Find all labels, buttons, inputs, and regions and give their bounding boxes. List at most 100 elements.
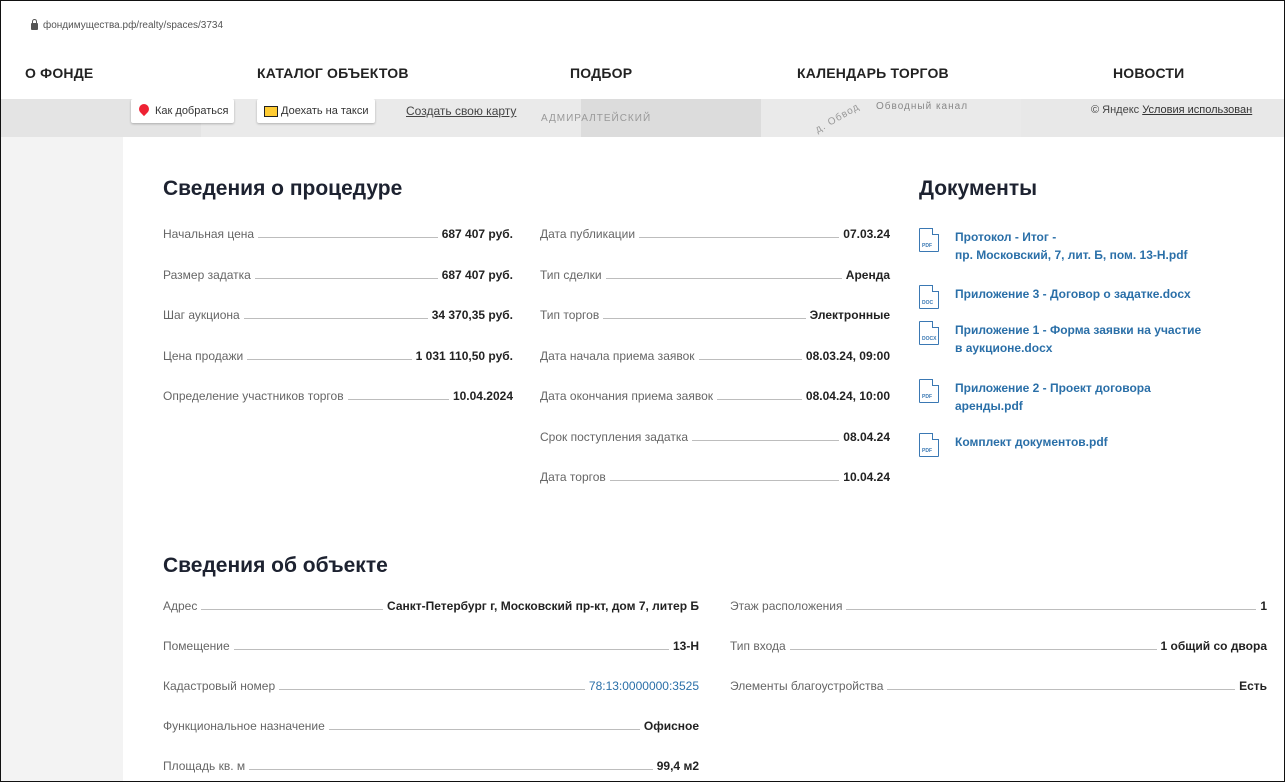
row-label: Цена продажи — [163, 348, 248, 363]
procedure-title: Сведения о процедуре — [163, 177, 403, 200]
info-row: Шаг аукциона 34 370,35 руб. — [163, 308, 513, 326]
leader-line — [163, 649, 699, 650]
info-row: Адрес Санкт-Петербург г, Московский пр-кт… — [163, 599, 699, 617]
file-icon: PDF — [919, 433, 939, 457]
info-row: Функциональное назначение Офисное — [163, 719, 699, 737]
file-type-label: PDF — [922, 448, 932, 454]
file-type-label: DOC — [922, 300, 934, 306]
nav-item-news[interactable]: НОВОСТИ — [1113, 65, 1184, 81]
browser-window: фондимущества.рф/realty/spaces/3734 О ФО… — [0, 0, 1285, 782]
document-link-line1: Приложение 1 - Форма заявки на участие — [955, 323, 1202, 337]
row-value: 1 031 110,50 руб. — [411, 348, 513, 363]
info-row: Тип торгов Электронные — [540, 308, 890, 326]
row-label: Адрес — [163, 599, 202, 613]
row-value: Электронные — [805, 308, 890, 322]
document-item[interactable]: DOCX Приложение 1 - Форма заявки на участ… — [919, 321, 1249, 361]
document-link-line2: в аукционе.docx — [955, 341, 1053, 355]
address-bar[interactable]: фондимущества.рф/realty/spaces/3734 — [1, 1, 1284, 41]
document-item[interactable]: PDF Комплект документов.pdf — [919, 433, 1249, 473]
info-row: Кадастровый номер 78:13:0000000:3525 — [163, 679, 699, 697]
copyright-text: © Яндекс — [1091, 104, 1140, 116]
location-pin-icon — [136, 101, 152, 117]
document-item[interactable]: PDF Протокол - Итог - пр. Московский, 7, л… — [919, 228, 1249, 268]
map-copyright: © Яндекс Условия использован — [1091, 104, 1252, 116]
document-link-line1: Протокол - Итог - — [955, 230, 1057, 244]
info-row: Этаж расположения 1 — [730, 599, 1267, 617]
cadastral-link[interactable]: 78:13:0000000:3525 — [584, 679, 699, 693]
row-label: Дата торгов — [540, 470, 610, 484]
taxi-button[interactable]: Доехать на такси — [257, 99, 375, 123]
row-label: Шаг аукциона — [163, 308, 244, 322]
row-value: 687 407 руб. — [437, 267, 513, 282]
info-row: Цена продажи 1 031 110,50 руб. — [163, 348, 513, 367]
file-type-label: DOCX — [922, 336, 937, 342]
map-label-admiral: АДМИРАЛТЕЙСКИЙ — [541, 113, 652, 124]
row-value: 1 общий со двора — [1156, 639, 1267, 653]
info-row: Дата публикации 07.03.24 — [540, 227, 890, 245]
row-label: Срок поступления задатка — [540, 429, 693, 444]
row-value: 08.04.24, 10:00 — [801, 389, 890, 403]
row-value: 07.03.24 — [839, 227, 890, 241]
row-label: Размер задатка — [163, 267, 255, 282]
row-value: 1 — [1256, 599, 1267, 613]
row-label: Помещение — [163, 639, 234, 653]
row-value: 13-Н — [668, 639, 699, 653]
document-link[interactable]: Комплект документов.pdf — [955, 433, 1255, 451]
row-value: 08.03.24, 09:00 — [801, 348, 890, 363]
file-icon: PDF — [919, 379, 939, 403]
row-label: Этаж расположения — [730, 599, 847, 613]
document-link-line2: пр. Московский, 7, лит. Б, пом. 13-Н.pdf — [955, 248, 1188, 262]
nav-item-catalog[interactable]: КАТАЛОГ ОБЪЕКТОВ — [257, 65, 409, 81]
document-link-line2: аренды.pdf — [955, 399, 1023, 413]
lock-icon — [31, 19, 38, 30]
row-value: 08.04.24 — [839, 429, 890, 444]
yandex-map[interactable]: АДМИРАЛТЕЙСКИЙ Обводный канал д. Обвод К… — [1, 99, 1284, 137]
nav-item-calendar[interactable]: КАЛЕНДАРЬ ТОРГОВ — [797, 65, 949, 81]
info-row: Площадь кв. м 99,4 м2 — [163, 759, 699, 777]
file-icon: PDF — [919, 228, 939, 252]
document-item[interactable]: PDF Приложение 2 - Проект договора аренды.… — [919, 379, 1249, 419]
documents-title: Документы — [919, 177, 1038, 200]
row-label: Начальная цена — [163, 227, 259, 241]
info-row: Срок поступления задатка 08.04.24 — [540, 429, 890, 448]
document-link-line1: Комплект документов.pdf — [955, 435, 1108, 449]
file-icon: DOC — [919, 285, 939, 309]
info-row: Определение участников торгов 10.04.2024 — [163, 389, 513, 407]
route-button[interactable]: Как добраться — [131, 99, 235, 123]
create-map-link[interactable]: Создать свою карту — [406, 104, 516, 118]
document-link-line1: Приложение 2 - Проект договора — [955, 381, 1151, 395]
taxi-button-label: Доехать на такси — [281, 105, 369, 117]
row-label: Тип сделки — [540, 267, 606, 282]
map-label-obvod2: д. Обвод — [813, 101, 862, 136]
row-label: Тип торгов — [540, 308, 604, 322]
row-value: Офисное — [639, 719, 699, 733]
row-label: Определение участников торгов — [163, 389, 348, 403]
row-label: Дата начала приема заявок — [540, 348, 699, 363]
route-button-label: Как добраться — [155, 105, 229, 117]
row-value: Есть — [1235, 679, 1267, 693]
left-gutter — [1, 137, 123, 781]
file-type-label: PDF — [922, 243, 932, 249]
info-row: Размер задатка 687 407 руб. — [163, 267, 513, 286]
info-row: Дата торгов 10.04.24 — [540, 470, 890, 488]
nav-item-about[interactable]: О ФОНДЕ — [25, 65, 93, 81]
row-value: 34 370,35 руб. — [427, 308, 513, 322]
document-link-line1: Приложение 3 - Договор о задатке.docx — [955, 287, 1191, 301]
row-value: 687 407 руб. — [437, 227, 513, 241]
document-link[interactable]: Протокол - Итог - пр. Московский, 7, лит.… — [955, 228, 1255, 264]
document-link[interactable]: Приложение 1 - Форма заявки на участие в … — [955, 321, 1255, 357]
info-row: Начальная цена 687 407 руб. — [163, 227, 513, 245]
document-link[interactable]: Приложение 2 - Проект договора аренды.pdf — [955, 379, 1255, 415]
url-text[interactable]: фондимущества.рф/realty/spaces/3734 — [43, 20, 223, 31]
info-row: Элементы благоустройства Есть — [730, 679, 1267, 697]
document-link[interactable]: Приложение 3 - Договор о задатке.docx — [955, 285, 1255, 303]
file-icon: DOCX — [919, 321, 939, 345]
row-label: Тип входа — [730, 639, 790, 653]
row-label: Дата публикации — [540, 227, 640, 241]
row-value: 10.04.2024 — [448, 389, 513, 403]
row-label: Функциональное назначение — [163, 719, 329, 733]
terms-link[interactable]: Условия использован — [1142, 104, 1252, 116]
nav-item-search[interactable]: ПОДБОР — [570, 65, 632, 81]
document-item[interactable]: DOC Приложение 3 - Договор о задатке.docx — [919, 285, 1249, 325]
row-value: Санкт-Петербург г, Московский пр-кт, дом… — [383, 599, 699, 613]
